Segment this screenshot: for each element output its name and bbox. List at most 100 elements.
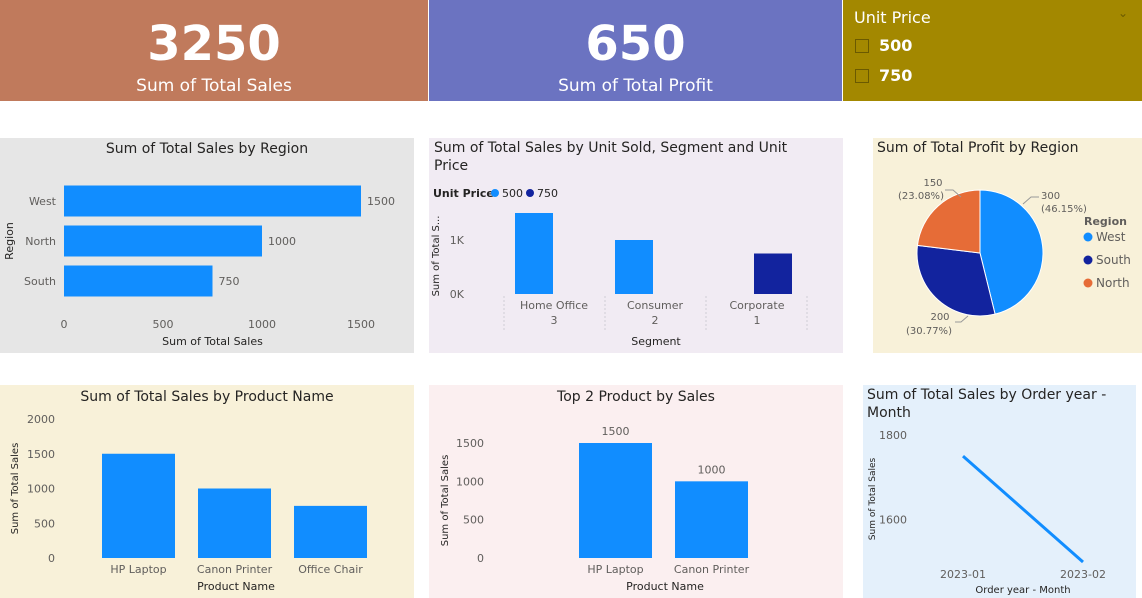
legend-label: West bbox=[1096, 230, 1126, 244]
x-tick-label: Corporate bbox=[730, 299, 785, 312]
bar bbox=[64, 225, 262, 257]
data-label: 1500 bbox=[367, 195, 395, 208]
x-subtick-label: 1 bbox=[754, 314, 761, 327]
legend-marker bbox=[491, 189, 499, 197]
bar bbox=[675, 481, 748, 558]
y-tick-label: 1K bbox=[450, 234, 465, 247]
y-tick-label: 1000 bbox=[27, 483, 55, 496]
x-tick-label: Home Office bbox=[520, 299, 588, 312]
x-tick-label: HP Laptop bbox=[587, 563, 643, 576]
bar bbox=[754, 253, 792, 294]
bar bbox=[579, 443, 652, 558]
chart-title: Top 2 Product by Sales bbox=[557, 389, 715, 405]
checkbox[interactable] bbox=[855, 38, 869, 53]
kpi-label: Sum of Total Sales bbox=[136, 76, 292, 96]
pie-percent-label: (30.77%) bbox=[906, 326, 952, 337]
y-axis-title: Sum of Total S... bbox=[431, 216, 442, 297]
pie-percent-label: (46.15%) bbox=[1041, 204, 1087, 215]
unit-price-slicer: Unit Price ⌄ 500 750 bbox=[843, 0, 1142, 101]
bar bbox=[198, 488, 271, 558]
y-tick-label: 1800 bbox=[879, 429, 907, 442]
bar bbox=[615, 240, 653, 294]
chart-title: Sum of Total Sales by Order year - Month bbox=[867, 387, 1107, 421]
y-tick-label: 1600 bbox=[879, 514, 907, 527]
legend-label: South bbox=[1096, 253, 1131, 267]
slicer-option[interactable]: 750 bbox=[855, 66, 912, 85]
y-tick-label: 1500 bbox=[27, 448, 55, 461]
leader-line bbox=[1022, 196, 1039, 205]
x-tick-label: Canon Printer bbox=[197, 563, 273, 576]
bar bbox=[64, 265, 213, 297]
slicer-option-label: 500 bbox=[879, 36, 913, 55]
checkbox[interactable] bbox=[855, 68, 869, 83]
chart-title: Sum of Total Sales by Unit Sold, Segment… bbox=[434, 140, 788, 174]
data-label: 1500 bbox=[602, 425, 630, 438]
legend-label: 750 bbox=[537, 187, 558, 200]
legend-label: North bbox=[1096, 276, 1130, 290]
y-tick-label: 1500 bbox=[456, 437, 484, 450]
x-tick-label: Office Chair bbox=[298, 563, 363, 576]
chart-sales-by-segment: Sum of Total Sales by Unit Sold, Segment… bbox=[429, 138, 843, 353]
y-tick-label: 500 bbox=[463, 514, 484, 527]
y-tick-label: 2000 bbox=[27, 413, 55, 426]
slicer-option-label: 750 bbox=[879, 66, 913, 85]
chart-svg: 0 500 1000 1500 2000 Sum of Total Sales HP Lap… bbox=[10, 413, 367, 593]
chart-title: Sum of Total Profit by Region bbox=[877, 140, 1079, 156]
x-tick-label: Consumer bbox=[627, 299, 684, 312]
y-tick-label: South bbox=[24, 275, 56, 288]
x-tick-label: 2023-02 bbox=[1060, 568, 1106, 581]
chart-title: Sum of Total Sales by Product Name bbox=[80, 389, 334, 405]
y-axis-title: Sum of Total Sales bbox=[10, 443, 21, 535]
x-subtick-label: 3 bbox=[551, 314, 558, 327]
chart-sales-by-region: Sum of Total Sales by Region West 1500 Nor… bbox=[0, 138, 414, 353]
y-tick-label: 0 bbox=[477, 552, 484, 565]
bar bbox=[294, 505, 367, 558]
bar bbox=[64, 185, 361, 217]
legend-marker bbox=[1083, 278, 1093, 288]
legend-title: Unit Price bbox=[433, 187, 494, 200]
x-axis-title: Order year - Month bbox=[975, 585, 1070, 596]
chart-top2-products: Top 2 Product by Sales 0 500 1000 1500 Sum o… bbox=[429, 385, 843, 598]
chart-sales-by-month: Sum of Total Sales by Order year - Month… bbox=[863, 385, 1136, 598]
kpi-label: Sum of Total Profit bbox=[558, 76, 713, 96]
chevron-down-icon[interactable]: ⌄ bbox=[1118, 6, 1128, 20]
y-tick-label: 0 bbox=[48, 552, 55, 565]
y-axis-title: Sum of Total Sales bbox=[868, 457, 878, 540]
chart-profit-by-region: Sum of Total Profit by Region 300 (46.15%… bbox=[873, 138, 1142, 353]
kpi-value: 3250 bbox=[147, 16, 281, 72]
y-tick-label: North bbox=[25, 235, 56, 248]
y-tick-label: 1000 bbox=[456, 475, 484, 488]
data-label: 1000 bbox=[268, 235, 296, 248]
chart-sales-by-product: Sum of Total Sales by Product Name 0 500 1… bbox=[0, 385, 414, 598]
pie-value-label: 200 bbox=[930, 312, 949, 323]
x-tick-label: 1000 bbox=[248, 318, 276, 331]
x-subtick-label: 2 bbox=[652, 314, 659, 327]
leader-line bbox=[955, 315, 969, 323]
legend-marker bbox=[526, 189, 534, 197]
chart-svg: West 1500 North 1000 South 750 0 500 1000 1500 Sum… bbox=[3, 185, 395, 348]
x-tick-label: HP Laptop bbox=[110, 563, 166, 576]
x-axis-title: Product Name bbox=[626, 580, 704, 593]
x-tick-label: Canon Printer bbox=[674, 563, 750, 576]
y-tick-label: West bbox=[29, 195, 57, 208]
legend-label: 500 bbox=[502, 187, 523, 200]
slicer-option[interactable]: 500 bbox=[855, 36, 912, 55]
x-axis-title: Product Name bbox=[197, 580, 275, 593]
chart-title: Sum of Total Sales by Region bbox=[105, 141, 309, 157]
x-axis-title: Sum of Total Sales bbox=[162, 335, 263, 348]
kpi-card-total-profit: 650 Sum of Total Profit bbox=[429, 0, 842, 101]
bar bbox=[515, 213, 553, 294]
legend-title: Region bbox=[1084, 215, 1127, 228]
data-label: 750 bbox=[219, 275, 240, 288]
x-axis-title: Segment bbox=[631, 335, 681, 348]
kpi-card-total-sales: 3250 Sum of Total Sales bbox=[0, 0, 428, 101]
slicer-title: Unit Price bbox=[854, 8, 931, 27]
series-line bbox=[962, 455, 1084, 564]
pie-value-label: 150 bbox=[923, 178, 942, 189]
x-tick-label: 2023-01 bbox=[940, 568, 986, 581]
data-label: 1000 bbox=[698, 463, 726, 476]
y-axis-title: Region bbox=[3, 222, 16, 260]
y-tick-label: 500 bbox=[34, 517, 55, 530]
kpi-value: 650 bbox=[585, 16, 686, 72]
legend-marker bbox=[1083, 232, 1093, 242]
